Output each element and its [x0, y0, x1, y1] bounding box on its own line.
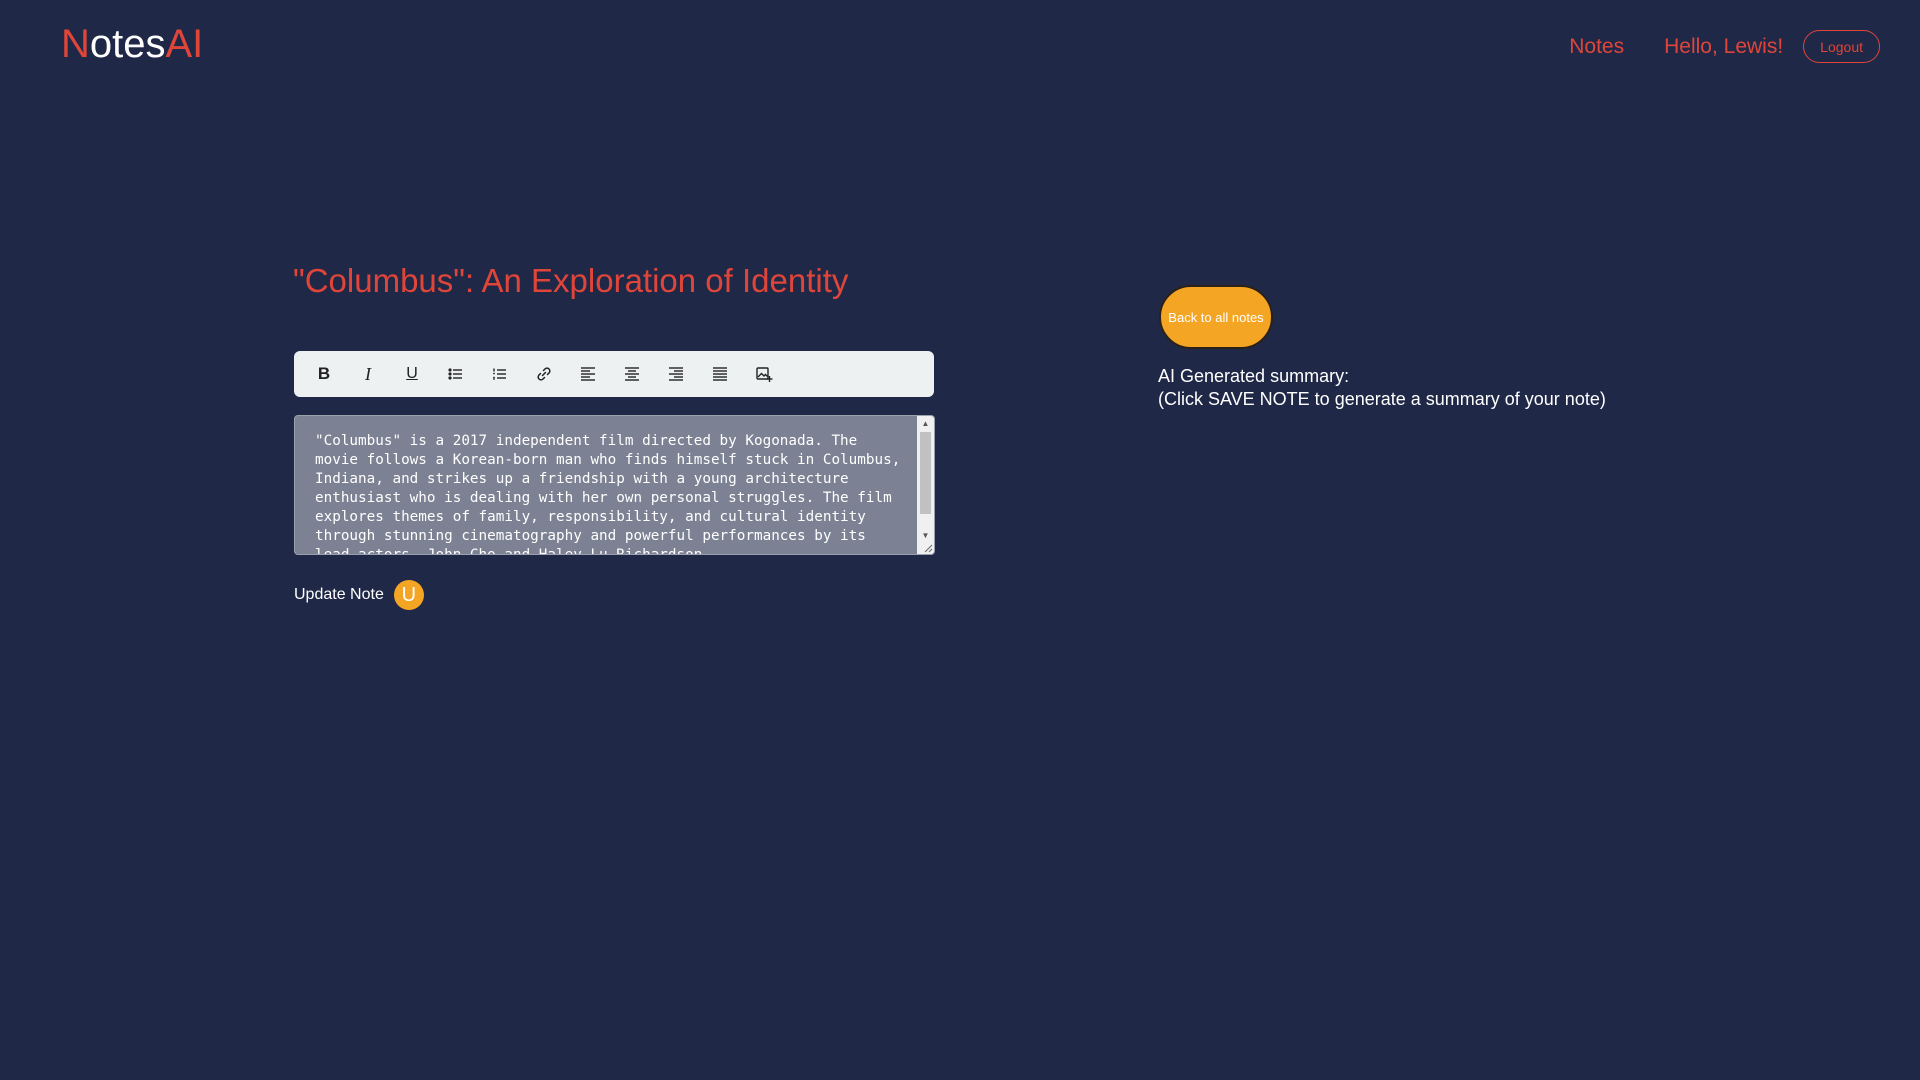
app-logo[interactable]: NotesAI — [61, 22, 203, 67]
align-left-button[interactable] — [566, 358, 610, 390]
editor-toolbar: B I U — [294, 351, 934, 397]
update-note-button[interactable]: U — [393, 580, 424, 610]
align-left-icon — [581, 367, 595, 381]
update-note-label: Update Note — [294, 586, 384, 603]
ai-summary-title: AI Generated summary: — [1158, 366, 1350, 386]
align-right-button[interactable] — [654, 358, 698, 390]
align-center-icon — [625, 367, 639, 381]
italic-button[interactable]: I — [346, 358, 390, 390]
bullet-list-button[interactable] — [434, 358, 478, 390]
underline-button[interactable]: U — [390, 358, 434, 390]
resize-grip-icon[interactable] — [923, 543, 933, 553]
logo-letter-n: N — [61, 22, 90, 66]
logo-text-otes: otes — [89, 22, 166, 66]
editor-scrollbar[interactable]: ▲ ▼ — [917, 416, 934, 554]
ai-summary-panel: AI Generated summary: (Click SAVE NOTE t… — [1158, 365, 1606, 411]
numbered-list-icon — [493, 368, 506, 380]
bold-button[interactable]: B — [302, 358, 346, 390]
bold-icon: B — [317, 364, 331, 383]
ai-summary-hint: (Click SAVE NOTE to generate a summary o… — [1158, 389, 1606, 409]
logout-button[interactable]: Logout — [1803, 30, 1880, 63]
update-note-row: Update Note U — [294, 580, 424, 610]
note-editor[interactable]: "Columbus" is a 2017 independent film di… — [294, 415, 935, 555]
align-justify-button[interactable] — [698, 358, 742, 390]
italic-icon: I — [365, 363, 371, 384]
insert-image-icon — [756, 367, 773, 382]
user-greeting: Hello, Lewis! — [1664, 34, 1784, 58]
note-title: "Columbus": An Exploration of Identity — [293, 262, 849, 299]
numbered-list-button[interactable] — [478, 358, 522, 390]
note-content[interactable]: "Columbus" is a 2017 independent film di… — [315, 432, 905, 554]
insert-image-button[interactable] — [742, 358, 786, 390]
align-justify-icon — [713, 367, 727, 381]
underline-icon: U — [406, 365, 418, 382]
link-icon — [537, 367, 551, 381]
align-right-icon — [669, 367, 683, 381]
nav-notes-link[interactable]: Notes — [1569, 35, 1624, 59]
scroll-up-arrow-icon[interactable]: ▲ — [917, 416, 934, 432]
scroll-thumb[interactable] — [920, 432, 931, 514]
align-center-button[interactable] — [610, 358, 654, 390]
back-to-all-notes-button[interactable]: Back to all notes — [1159, 285, 1273, 349]
logo-text-ai: AI — [165, 22, 204, 66]
top-nav: Notes Hello, Lewis! Logout — [1569, 30, 1880, 63]
link-button[interactable] — [522, 358, 566, 390]
scroll-down-arrow-icon[interactable]: ▼ — [917, 528, 934, 544]
bullet-list-icon — [448, 368, 462, 380]
